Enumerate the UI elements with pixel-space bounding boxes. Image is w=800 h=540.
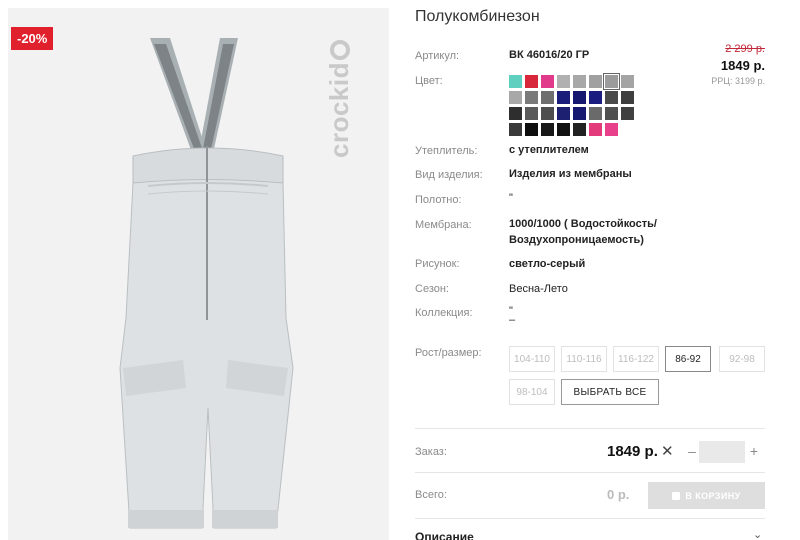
- brand-logo-ring-icon: [330, 40, 350, 60]
- size-option-110-116[interactable]: 110-116: [561, 346, 607, 372]
- size-option-92-98[interactable]: 92-98: [719, 346, 765, 372]
- color-swatch[interactable]: [621, 91, 634, 104]
- rrp-price: РРЦ: 3199 р.: [711, 76, 765, 86]
- quantity-decrease-button[interactable]: –: [685, 441, 699, 461]
- article-value: ВК 46016/20 ГР: [509, 49, 590, 61]
- color-swatch[interactable]: [509, 107, 522, 120]
- color-swatch[interactable]: [557, 107, 570, 120]
- add-to-cart-label: В КОРЗИНУ: [685, 490, 741, 501]
- color-swatch[interactable]: [589, 107, 602, 120]
- brand-logo: crockid: [324, 40, 355, 158]
- description-tab[interactable]: Описание: [415, 530, 474, 540]
- product-info: Полукомбинезон 2 299 р. 1849 р. РРЦ: 319…: [415, 0, 775, 540]
- times-icon: ✕: [661, 443, 674, 460]
- color-swatch[interactable]: [605, 123, 618, 136]
- membrane-value-line2: Воздухопроницаемость): [509, 234, 644, 246]
- color-swatch[interactable]: [525, 91, 538, 104]
- fabric-value: ": [509, 192, 513, 204]
- color-label: Цвет:: [415, 75, 443, 87]
- collection-value-line2: –: [509, 314, 516, 326]
- discount-badge: -20%: [11, 27, 54, 50]
- chevron-down-icon[interactable]: ⌄: [753, 528, 762, 540]
- fabric-label: Полотно:: [415, 194, 462, 206]
- pattern-label: Рисунок:: [415, 258, 460, 270]
- color-swatch[interactable]: [541, 75, 554, 88]
- insulation-value: с утеплителем: [509, 144, 589, 156]
- season-label: Сезон:: [415, 283, 449, 295]
- color-swatch[interactable]: [589, 123, 602, 136]
- divider: [415, 518, 765, 519]
- color-swatch[interactable]: [573, 75, 586, 88]
- order-price: 1849 р.: [607, 443, 658, 460]
- insulation-label: Утеплитель:: [415, 145, 478, 157]
- size-option-98-104[interactable]: 98-104: [509, 379, 555, 405]
- collection-label: Коллекция:: [415, 307, 473, 319]
- brand-logo-text: crockid: [324, 62, 354, 158]
- color-swatch[interactable]: [525, 123, 538, 136]
- membrane-value-line1: 1000/1000 ( Водостойкость/: [509, 218, 657, 230]
- color-swatch[interactable]: [589, 91, 602, 104]
- color-swatch[interactable]: [541, 107, 554, 120]
- page-title: Полукомбинезон: [415, 8, 540, 25]
- color-swatch[interactable]: [621, 107, 634, 120]
- membrane-label: Мембрана:: [415, 219, 472, 231]
- total-value: 0 р.: [607, 487, 630, 502]
- product-photo[interactable]: -20% crockid: [8, 8, 389, 540]
- color-swatch[interactable]: [509, 75, 522, 88]
- color-swatch[interactable]: [557, 91, 570, 104]
- size-option-104-110[interactable]: 104-110: [509, 346, 555, 372]
- quantity-increase-button[interactable]: +: [747, 441, 761, 461]
- color-swatches: [509, 73, 649, 136]
- color-swatch[interactable]: [573, 123, 586, 136]
- select-all-sizes-button[interactable]: ВЫБРАТЬ ВСЕ: [561, 379, 659, 405]
- current-price: 1849 р.: [720, 58, 765, 73]
- color-swatch[interactable]: [525, 107, 538, 120]
- size-option-86-92[interactable]: 86-92: [665, 346, 711, 372]
- color-swatch[interactable]: [605, 91, 618, 104]
- size-option-116-122[interactable]: 116-122: [613, 346, 659, 372]
- pattern-value: светло-серый: [509, 258, 586, 270]
- color-swatch[interactable]: [605, 107, 618, 120]
- total-label: Всего:: [415, 489, 447, 501]
- color-swatch[interactable]: [603, 73, 620, 90]
- color-swatch[interactable]: [525, 75, 538, 88]
- old-price: 2 299 р.: [725, 43, 765, 55]
- color-swatch[interactable]: [509, 123, 522, 136]
- size-label: Рост/размер:: [415, 347, 482, 359]
- article-label: Артикул:: [415, 50, 460, 62]
- color-swatch[interactable]: [573, 107, 586, 120]
- type-label: Вид изделия:: [415, 169, 483, 181]
- color-swatch[interactable]: [557, 123, 570, 136]
- add-to-cart-button[interactable]: В КОРЗИНУ: [648, 482, 765, 509]
- color-swatch[interactable]: [509, 91, 522, 104]
- cart-icon: [672, 491, 681, 500]
- divider: [415, 472, 765, 473]
- order-label: Заказ:: [415, 446, 447, 458]
- color-swatch[interactable]: [621, 75, 634, 88]
- quantity-input[interactable]: [699, 441, 745, 463]
- color-swatch[interactable]: [589, 75, 602, 88]
- divider: [415, 428, 765, 429]
- type-value: Изделия из мембраны: [509, 168, 632, 180]
- color-swatch[interactable]: [541, 123, 554, 136]
- season-value: Весна-Лето: [509, 283, 568, 295]
- color-swatch[interactable]: [557, 75, 570, 88]
- color-swatch[interactable]: [573, 91, 586, 104]
- color-swatch[interactable]: [541, 91, 554, 104]
